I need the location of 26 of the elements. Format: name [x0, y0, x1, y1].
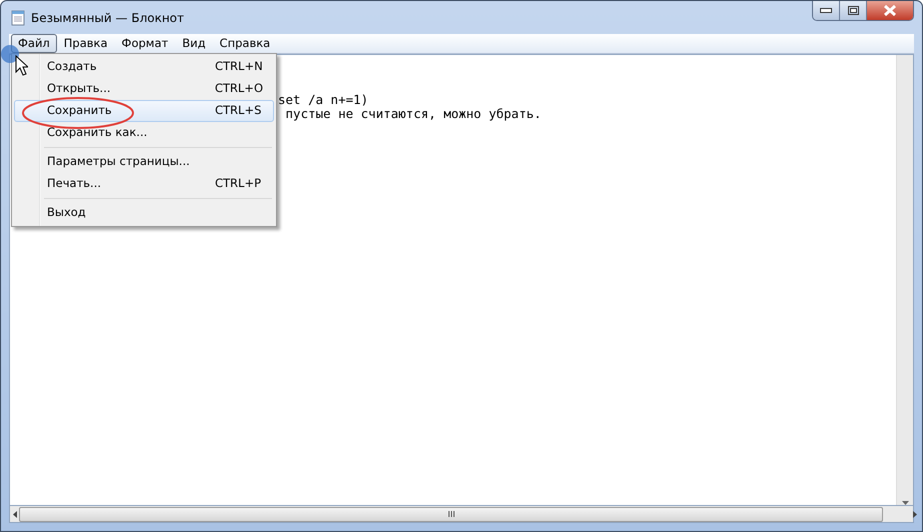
menu-option[interactable]: Создать CTRL+N	[14, 56, 274, 78]
text-line: set /a n+=1)	[278, 93, 368, 107]
menu-option[interactable]: Печать... CTRL+P	[14, 173, 274, 195]
notepad-icon	[11, 10, 25, 26]
menu-item[interactable]: Формат	[114, 34, 176, 53]
menu-option[interactable]: Выход	[14, 202, 274, 224]
minimize-button[interactable]	[813, 1, 840, 20]
menu-item[interactable]: Файл	[11, 34, 57, 53]
menu-option[interactable]: Сохранить CTRL+S	[14, 100, 274, 122]
scroll-left-icon[interactable]	[13, 510, 17, 518]
menu-option[interactable]: Сохранить как...	[14, 122, 274, 144]
scrollbar-thumb[interactable]	[19, 506, 883, 522]
menu-item[interactable]: Вид	[175, 34, 213, 53]
click-marker	[1, 45, 19, 63]
close-icon	[883, 5, 897, 16]
menu-item[interactable]: Правка	[56, 34, 115, 53]
menu-item[interactable]: Справка	[212, 34, 278, 53]
menu-option[interactable]: Открыть... CTRL+O	[14, 78, 274, 100]
maximize-button[interactable]	[840, 1, 867, 20]
cursor-icon	[15, 55, 28, 76]
maximize-icon	[848, 6, 858, 15]
menu-option[interactable]: Параметры страницы...	[14, 151, 274, 173]
minimize-icon	[820, 8, 832, 13]
window-title: Безымянный — Блокнот	[31, 10, 184, 26]
close-button[interactable]	[867, 1, 913, 20]
text-line: пустые не считаются, можно убрать.	[284, 107, 542, 121]
